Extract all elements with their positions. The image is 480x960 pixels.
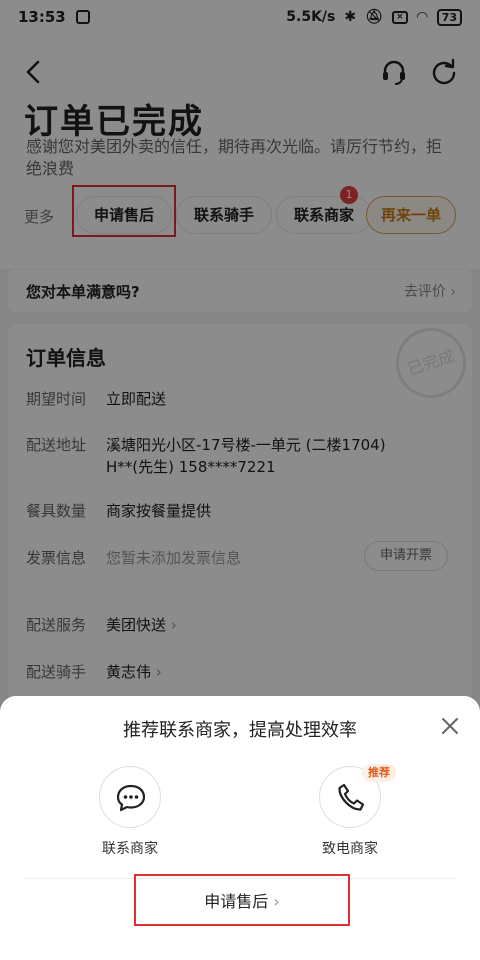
- call-merchant-label: 致电商家: [322, 841, 378, 857]
- contact-merchant-label: 联系商家: [102, 841, 158, 857]
- highlight-sheet-after-sale-box: [134, 874, 350, 926]
- chat-bubble-icon: [116, 784, 146, 812]
- contact-merchant-option[interactable]: 联系商家: [70, 766, 190, 866]
- sheet-title: 推荐联系商家，提高处理效率: [123, 720, 357, 741]
- close-icon[interactable]: [438, 714, 462, 738]
- recommend-badge: 推荐: [362, 764, 396, 782]
- contact-bottom-sheet: 推荐联系商家，提高处理效率 联系商家 推荐 致电商家 申请售后 ›: [0, 696, 480, 960]
- phone-icon: [338, 783, 365, 811]
- chat-button[interactable]: [99, 766, 161, 828]
- call-merchant-option[interactable]: 推荐 致电商家: [290, 764, 410, 866]
